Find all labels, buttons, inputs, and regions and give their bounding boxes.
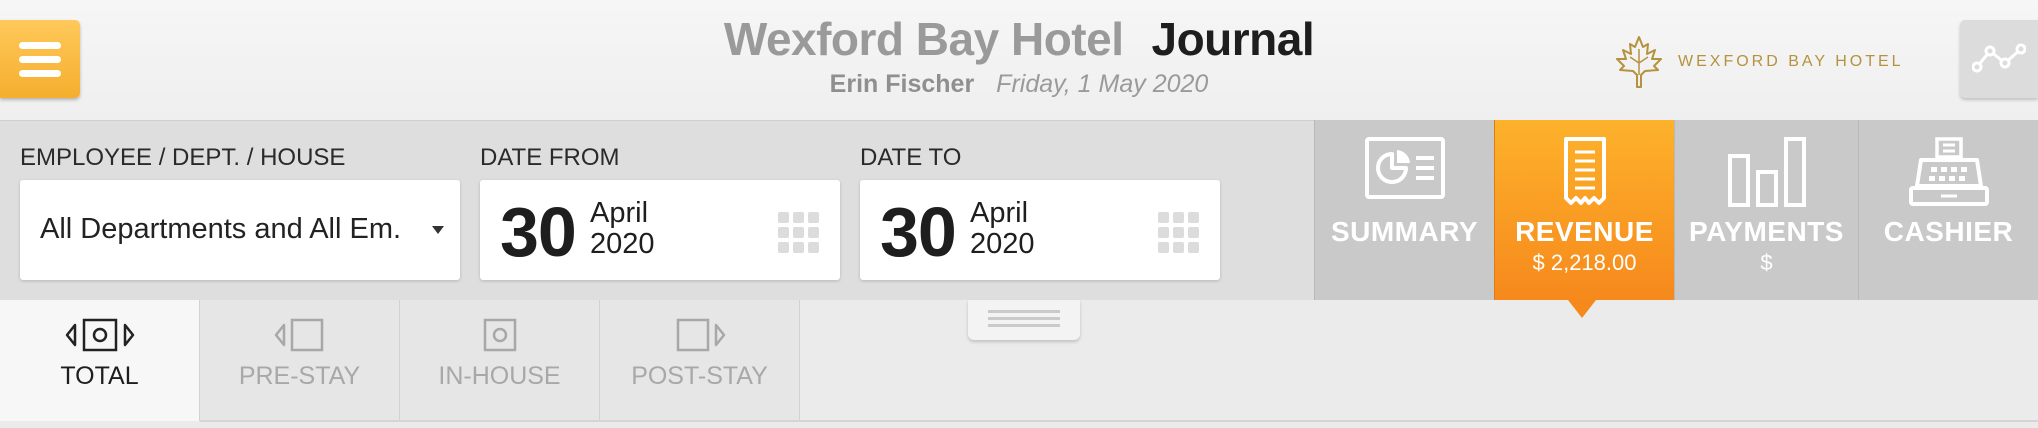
app-header: Wexford Bay Hotel Journal Erin Fischer Fri… bbox=[0, 0, 2038, 120]
logo-text: WEXFORD BAY HOTEL bbox=[1678, 53, 1904, 70]
tab-pre-stay[interactable]: PRE-STAY bbox=[200, 300, 400, 420]
tab-revenue-label: REVENUE bbox=[1515, 216, 1654, 247]
tab-pre-stay-label: PRE-STAY bbox=[238, 362, 361, 390]
date-to-day: 30 bbox=[880, 193, 957, 271]
tab-total-label: TOTAL bbox=[60, 362, 139, 390]
pre-stay-icon bbox=[274, 318, 323, 352]
tab-in-house[interactable]: IN-HOUSE bbox=[400, 300, 600, 420]
date-from-month: April bbox=[590, 197, 649, 229]
bar-chart-icon bbox=[1727, 137, 1806, 207]
cash-register-icon bbox=[1908, 137, 1989, 206]
drag-handle-line bbox=[988, 317, 1060, 320]
user-name: Erin Fischer bbox=[829, 70, 975, 98]
date-from-day: 30 bbox=[500, 193, 577, 271]
tab-cashier-label: CASHIER bbox=[1883, 216, 2014, 247]
date-to-field[interactable]: 30 April 2020 bbox=[860, 180, 1220, 280]
tab-total[interactable]: TOTAL bbox=[0, 300, 200, 421]
date-from-month-year: April 2020 bbox=[590, 198, 655, 260]
date-from-label: DATE FROM bbox=[480, 144, 620, 171]
drag-handle-line bbox=[988, 324, 1060, 327]
employee-filter-label: EMPLOYEE / DEPT. / HOUSE bbox=[20, 144, 346, 171]
tab-payments-value: $ bbox=[1760, 250, 1773, 275]
tab-post-stay[interactable]: POST-STAY bbox=[600, 300, 800, 420]
date-to-month-year: April 2020 bbox=[970, 198, 1035, 260]
active-tab-pointer bbox=[1568, 300, 1596, 318]
date-to-year: 2020 bbox=[970, 228, 1035, 260]
tab-summary[interactable]: SUMMARY bbox=[1314, 120, 1494, 300]
date-from-field[interactable]: 30 April 2020 bbox=[480, 180, 840, 280]
employee-dept-dropdown[interactable]: All Departments and All Em. bbox=[20, 180, 460, 280]
employee-dept-value: All Departments and All Em. bbox=[40, 213, 402, 245]
drag-handle[interactable] bbox=[968, 300, 1080, 340]
receipt-icon bbox=[1563, 137, 1606, 205]
total-stay-icon bbox=[65, 318, 134, 352]
hotel-logo: WEXFORD BAY HOTEL bbox=[1614, 34, 1904, 90]
tab-post-stay-label: POST-STAY bbox=[631, 362, 768, 390]
chevron-down-icon bbox=[432, 226, 444, 234]
tab-in-house-label: IN-HOUSE bbox=[438, 362, 561, 390]
summary-card-icon bbox=[1364, 137, 1445, 199]
maple-leaf-icon bbox=[1616, 36, 1662, 88]
date-to-month: April bbox=[970, 197, 1029, 229]
drag-handle-icon bbox=[988, 310, 1060, 313]
date-from-year: 2020 bbox=[590, 228, 655, 260]
graph-button[interactable] bbox=[1960, 20, 2038, 98]
divider bbox=[200, 420, 2038, 422]
journal-title: Journal bbox=[1151, 13, 1315, 65]
tab-revenue[interactable]: REVENUE $ 2,218.00 bbox=[1494, 120, 1674, 300]
line-graph-icon bbox=[1972, 43, 2026, 73]
calendar-grid-icon[interactable] bbox=[1158, 212, 1200, 254]
current-date: Friday, 1 May 2020 bbox=[996, 70, 1209, 98]
tab-revenue-value: $ 2,218.00 bbox=[1532, 250, 1637, 275]
calendar-grid-icon[interactable] bbox=[778, 212, 820, 254]
tab-payments-label: PAYMENTS bbox=[1689, 216, 1844, 247]
post-stay-icon bbox=[676, 318, 725, 352]
tab-cashier[interactable]: CASHIER bbox=[1858, 120, 2038, 300]
hotel-name: Wexford Bay Hotel bbox=[723, 13, 1124, 65]
tab-summary-label: SUMMARY bbox=[1330, 216, 1479, 247]
in-house-icon bbox=[483, 318, 516, 352]
tab-payments[interactable]: PAYMENTS $ bbox=[1674, 120, 1858, 300]
date-to-label: DATE TO bbox=[860, 144, 962, 171]
